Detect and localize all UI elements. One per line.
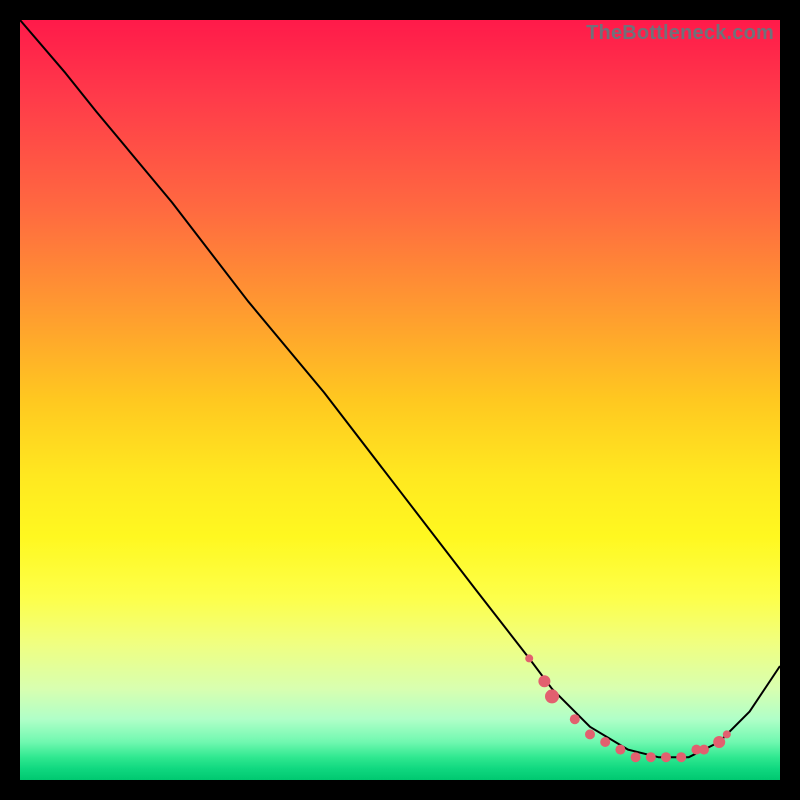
bottleneck-curve: [20, 20, 780, 757]
marker-point: [600, 737, 610, 747]
marker-point: [631, 752, 641, 762]
curve-svg: [20, 20, 780, 780]
highlighted-markers: [525, 654, 731, 762]
marker-point: [570, 714, 580, 724]
marker-point: [646, 752, 656, 762]
plot-area: TheBottleneck.com: [20, 20, 780, 780]
marker-point: [585, 729, 595, 739]
marker-point: [713, 736, 725, 748]
marker-point: [723, 730, 731, 738]
marker-point: [661, 752, 671, 762]
marker-point: [538, 675, 550, 687]
marker-point: [545, 689, 559, 703]
marker-point: [525, 654, 533, 662]
chart-container: TheBottleneck.com: [0, 0, 800, 800]
marker-point: [615, 745, 625, 755]
marker-point: [676, 752, 686, 762]
marker-point: [699, 745, 709, 755]
